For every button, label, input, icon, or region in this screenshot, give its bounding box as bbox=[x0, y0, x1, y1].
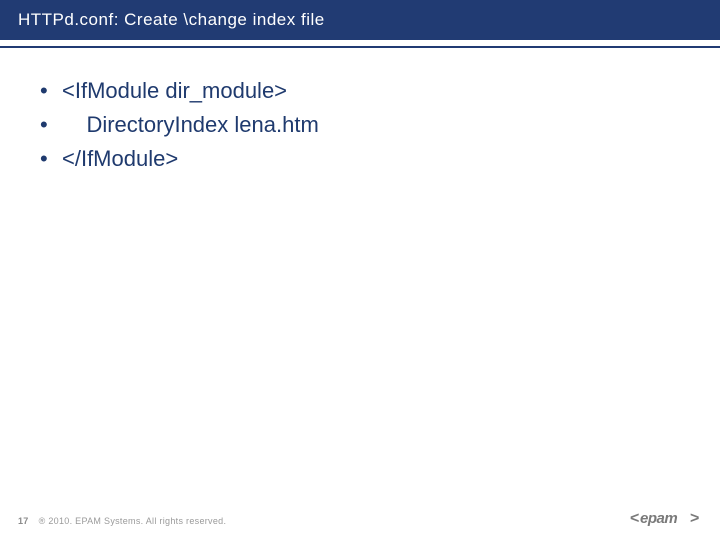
slide: HTTPd.conf: Create \change index file • … bbox=[0, 0, 720, 540]
slide-footer: 17 ® 2010. EPAM Systems. All rights rese… bbox=[18, 516, 226, 526]
slide-title: HTTPd.conf: Create \change index file bbox=[18, 10, 325, 29]
bullet-text: </IfModule> bbox=[62, 142, 680, 176]
bullet-dot-icon: • bbox=[40, 142, 62, 176]
page-number: 17 bbox=[18, 516, 29, 526]
slide-content: • <IfModule dir_module> • DirectoryIndex… bbox=[0, 48, 720, 176]
bullet-text: DirectoryIndex lena.htm bbox=[62, 108, 680, 142]
bullet-item: • <IfModule dir_module> bbox=[40, 74, 680, 108]
slide-title-bar: HTTPd.conf: Create \change index file bbox=[0, 0, 720, 40]
bullet-item: • </IfModule> bbox=[40, 142, 680, 176]
copyright-text: ® 2010. EPAM Systems. All rights reserve… bbox=[39, 516, 227, 526]
svg-text:epam: epam bbox=[640, 510, 677, 527]
svg-text:>: > bbox=[690, 510, 699, 527]
bullet-item: • DirectoryIndex lena.htm bbox=[40, 108, 680, 142]
bullet-text: <IfModule dir_module> bbox=[62, 74, 680, 108]
bullet-dot-icon: • bbox=[40, 108, 62, 142]
bullet-dot-icon: • bbox=[40, 74, 62, 108]
epam-logo: < epam > bbox=[630, 504, 702, 530]
svg-text:<: < bbox=[630, 510, 639, 527]
